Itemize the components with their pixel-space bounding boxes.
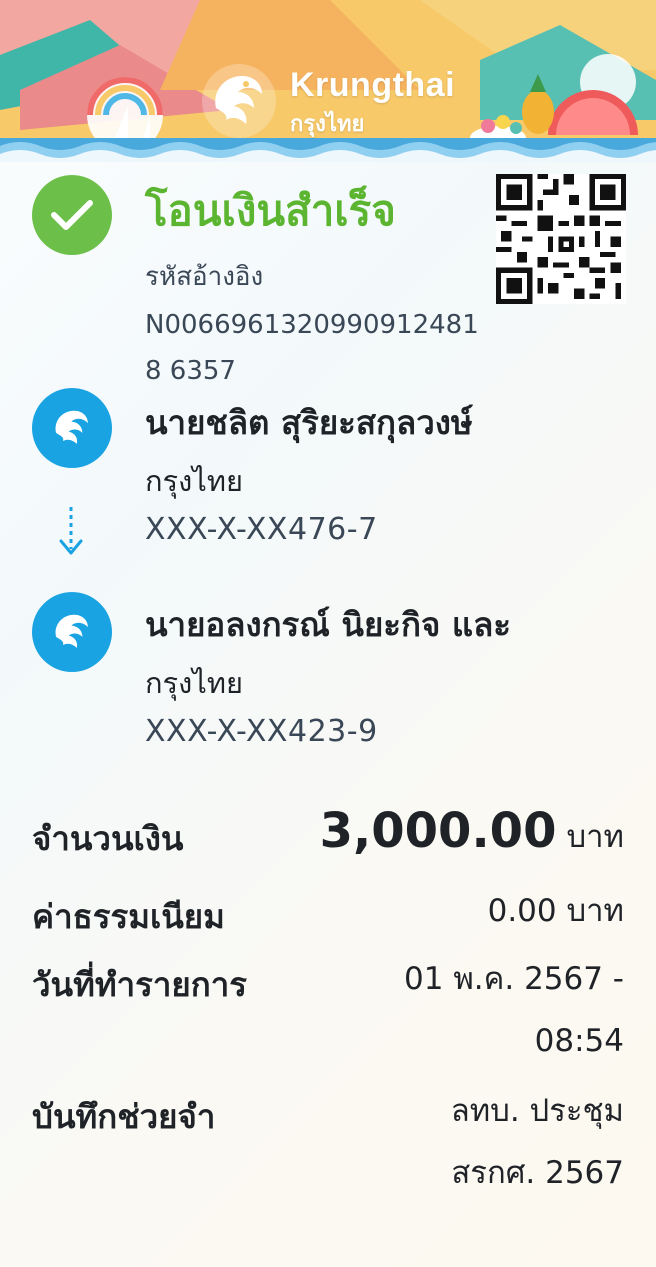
amount-label: จำนวนเงิน <box>32 819 184 858</box>
transaction-date-label: วันที่ทำรายการ <box>32 965 247 1004</box>
krungthai-bird-icon <box>55 614 88 648</box>
reference-label: รหัสอ้างอิง <box>145 262 264 292</box>
transfer-arrow-icon <box>59 507 83 555</box>
brand-name: Krungthai <box>290 66 456 104</box>
memo-line-2: สรกศ. 2567 <box>451 1155 624 1191</box>
sender-bank: กรุงไทย <box>145 464 243 498</box>
reference-value: N00669613209909124818 6357 <box>145 310 479 386</box>
fee-value: 0.00 บาท <box>487 893 624 929</box>
receiver-bank-avatar <box>32 592 112 672</box>
brand-logo: Krungthai กรุงไทย <box>200 62 455 140</box>
brand-name-thai: กรุงไทย <box>290 112 365 137</box>
transaction-date: 01 พ.ค. 2567 - <box>404 961 624 997</box>
sender-bank-avatar <box>32 388 112 468</box>
amount-row-value: 3,000.00 บาท <box>320 800 624 868</box>
amount-value: 3,000.00 <box>319 803 557 859</box>
receiver-name: นายอลงกรณ์ นิยะกิจ และ <box>145 605 512 644</box>
receiver-bank: กรุงไทย <box>145 666 243 700</box>
status-title: โอนเงินสำเร็จ <box>145 186 396 235</box>
receiver-account: XXX-X-XX423-9 <box>145 714 378 749</box>
qr-code-icon[interactable] <box>496 174 626 304</box>
memo-label: บันทึกช่วยจำ <box>32 1097 216 1136</box>
sender-name: นายชลิต สุริยะสกุลวงษ์ <box>145 403 473 442</box>
memo-value: ลทบ. ประชุม สรกศ. 2567 <box>451 1080 624 1204</box>
header-banner: Krungthai กรุงไทย <box>0 0 656 162</box>
sender-account: XXX-X-XX476-7 <box>145 512 378 547</box>
success-check-icon <box>32 175 112 255</box>
krungthai-bird-icon <box>55 410 88 444</box>
krungthai-bird-logo-icon <box>202 64 276 138</box>
memo-line-1: ลทบ. ประชุม <box>450 1093 624 1129</box>
amount-unit: บาท <box>566 819 624 855</box>
transaction-date-value: 01 พ.ค. 2567 - 08:54 <box>404 948 624 1072</box>
transaction-time: 08:54 <box>534 1023 624 1059</box>
fee-label: ค่าธรรมเนียม <box>32 897 225 936</box>
